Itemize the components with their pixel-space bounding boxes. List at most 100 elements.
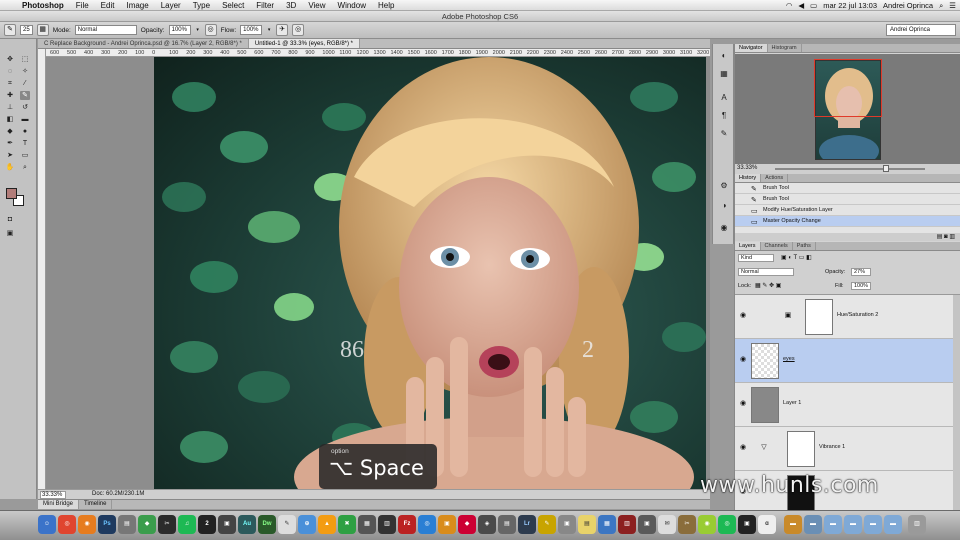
layer-name[interactable]: Layer 1 [783,399,801,408]
app-icon[interactable]: ✂ [678,515,696,534]
airbrush-icon[interactable]: ✈ [276,24,289,36]
pen-tool-icon[interactable]: ✒ [5,139,15,148]
menu-image[interactable]: Image [120,0,154,11]
history-item[interactable]: ✎ Brush Tool [735,194,960,205]
menu-layer[interactable]: Layer [155,0,187,11]
brush-panel-icon[interactable]: ▦ [36,24,49,36]
new-snapshot-icon[interactable]: ▤ [937,234,943,240]
shape-tool-icon[interactable]: ▭ [20,151,30,160]
menu-view[interactable]: View [302,0,331,11]
layer-fill-field[interactable]: 100% [851,282,871,290]
visibility-eye-icon[interactable]: ◉ [738,311,748,321]
dreamweaver-icon[interactable]: Dw [258,515,276,534]
pressure-opacity-icon[interactable]: ◎ [204,24,217,36]
chevron-down-icon[interactable]: ▾ [195,27,201,33]
app-icon[interactable]: ▣ [438,515,456,534]
color-panel-icon[interactable]: ◐ [718,50,730,61]
calendar-icon[interactable]: ▤ [118,515,136,534]
brush-panel-icon[interactable]: ✎ [718,128,730,139]
app-icon[interactable]: ✎ [278,515,296,534]
layer-row[interactable]: ◉ ▣ Hue/Saturation 2 [735,295,953,339]
folder-icon[interactable]: ▬ [844,515,862,534]
app-icon[interactable]: ◎ [418,515,436,534]
navigator-zoom-slider[interactable] [775,165,925,172]
app-icon[interactable]: ▦ [598,515,616,534]
menu-type[interactable]: Type [187,0,216,11]
path-select-tool-icon[interactable]: ➤ [5,151,15,160]
app-icon[interactable]: ◆ [458,515,476,534]
folder-icon[interactable]: ▬ [884,515,902,534]
clone-stamp-tool-icon[interactable]: ⊥ [5,103,15,112]
tab-paths[interactable]: Paths [793,242,816,250]
healing-tool-icon[interactable]: ✚ [5,91,15,100]
doc-size-info[interactable]: Doc: 60.2M/230.1M [92,490,144,499]
opacity-field[interactable]: 100% [168,25,191,35]
menu-3d[interactable]: 3D [280,0,302,11]
chrome-icon[interactable]: ◎ [58,515,76,534]
layer-row[interactable]: ◉ Layer 1 [735,383,953,427]
folder-icon[interactable]: ▬ [824,515,842,534]
history-item[interactable]: ✎ Brush Tool [735,183,960,194]
firefox-icon[interactable]: ◉ [78,515,96,534]
flow-field[interactable]: 100% [240,25,263,35]
history-item[interactable]: ▭ Modify Hue/Saturation Layer [735,205,960,216]
lightroom-icon[interactable]: Lr [518,515,536,534]
filter-icons[interactable]: ▣ ◐ T ▭ ◧ [781,254,812,262]
crop-tool-icon[interactable]: ⌗ [5,79,15,88]
canvas-area[interactable]: 86 2 [46,57,710,489]
menu-select[interactable]: Select [216,0,250,11]
menu-filter[interactable]: Filter [250,0,280,11]
tab-channels[interactable]: Channels [761,242,793,250]
layer-thumbnail[interactable] [751,387,779,423]
layer-name[interactable]: eyes [783,355,795,364]
visibility-eye-icon[interactable]: ◉ [738,399,748,409]
wifi-icon[interactable]: ◠ [786,1,793,10]
tab-timeline[interactable]: Timeline [79,500,113,509]
visibility-eye-icon[interactable]: ◉ [738,443,748,453]
marquee-tool-icon[interactable]: ⬚ [20,55,30,64]
user-name[interactable]: Andrei Oprinca [883,1,933,10]
eraser-tool-icon[interactable]: ◧ [5,115,15,124]
layer-opacity-field[interactable]: 27% [851,268,871,276]
adjustments-panel-icon[interactable]: ◑ [718,200,730,211]
menu-window[interactable]: Window [332,0,372,11]
app-icon[interactable]: ɑ [758,515,776,534]
app-icon[interactable]: ▣ [218,515,236,534]
finder-icon[interactable]: ☺ [38,515,56,534]
layer-mask-thumbnail[interactable] [787,431,815,467]
history-brush-tool-icon[interactable]: ↺ [20,103,30,112]
layer-row[interactable]: ◉ ▽ Vibrance 1 [735,427,953,471]
navigator-zoom[interactable]: 33.33% [737,165,757,171]
tab-actions[interactable]: Actions [761,174,789,182]
layers-scrollbar[interactable] [953,295,960,510]
layer-mask-thumbnail[interactable] [805,299,833,335]
app-icon[interactable]: ◆ [138,515,156,534]
blend-mode-select[interactable]: Normal [738,268,794,276]
menu-edit[interactable]: Edit [95,0,121,11]
app-icon[interactable]: ▤ [498,515,516,534]
battery-icon[interactable]: ▭ [810,1,817,10]
vlc-icon[interactable]: ▲ [318,515,336,534]
tab-navigator[interactable]: Navigator [735,44,768,52]
app-icon[interactable]: ✉ [658,515,676,534]
app-icon[interactable]: ✂ [158,515,176,534]
menu-app[interactable]: Photoshop [16,0,70,11]
activity-monitor-icon[interactable]: ▥ [378,515,396,534]
zoom-field[interactable]: 33.33% [40,491,66,499]
app-icon[interactable]: ◈ [478,515,496,534]
quick-mask-icon[interactable]: ◘ [5,215,15,224]
doc-tab-untitled[interactable]: Untitled-1 @ 33.3% (eyes, RGB/8*) * [248,39,360,48]
zoom-tool-icon[interactable]: ⌕ [20,163,30,172]
brush-tool-icon[interactable]: ✎ [20,91,30,100]
workspace-select[interactable]: Andrei Oprinca [886,24,956,36]
tab-histogram[interactable]: Histogram [768,44,802,52]
photoshop-icon[interactable]: Ps [98,515,116,534]
app-icon[interactable]: ◎ [718,515,736,534]
audition-icon[interactable]: Au [238,515,256,534]
menu-file[interactable]: File [70,0,95,11]
eyedropper-tool-icon[interactable]: ⁄ [20,79,30,88]
hand-tool-icon[interactable]: ✋ [5,163,15,172]
canvas-photo[interactable]: 86 2 [154,57,706,489]
brush-preset-icon[interactable]: ✎ [4,24,16,36]
safari-icon[interactable]: ⊕ [298,515,316,534]
